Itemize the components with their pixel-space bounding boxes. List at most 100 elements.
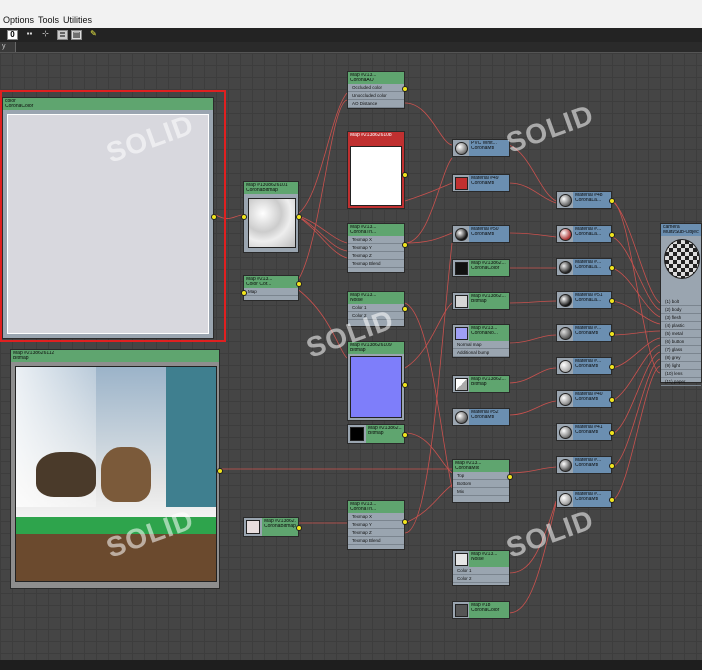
node-bitmap-a[interactable]: Map #213862... Bitmap: [452, 292, 510, 310]
output-socket[interactable]: [402, 519, 408, 525]
node-corona-normal[interactable]: Map #213... CoronaNo... Normal map Addit…: [452, 324, 510, 358]
slot-texmap-x[interactable]: Texmap X: [348, 513, 404, 521]
node-material-col-9[interactable]: Material #... CoronaMtl: [556, 490, 615, 508]
slot-occluded[interactable]: Occluded color: [348, 84, 404, 92]
pick-icon[interactable]: ✎: [88, 30, 99, 40]
node-material-50[interactable]: Material #50 CoronaMtl: [452, 225, 510, 243]
slot-grey[interactable]: (8) grey: [661, 354, 701, 362]
node-pvc-white[interactable]: PVC Whit... CoronaMtl: [452, 139, 510, 157]
node-color[interactable]: color CoronaColor: [2, 97, 217, 339]
output-socket[interactable]: [402, 86, 408, 92]
node-material-col-8[interactable]: Material #... CoronaMtl: [556, 456, 615, 474]
slot-texmap-z[interactable]: Texmap Z: [348, 529, 404, 537]
node-small-bitmap[interactable]: Map #213862... Bitmap: [347, 424, 408, 444]
node-material-col-2[interactable]: Material #... CoronaLa...: [556, 258, 615, 276]
output-socket[interactable]: [402, 382, 408, 388]
slot-texmap-y[interactable]: Texmap Y: [348, 244, 404, 252]
node-material-40[interactable]: Material #40 CoronaMtl: [556, 390, 615, 408]
output-socket[interactable]: [609, 198, 615, 204]
node-bitmap-b[interactable]: Map #213862... Bitmap: [452, 375, 510, 393]
node-corona-color[interactable]: Map #213862... CoronaColor: [452, 259, 510, 277]
slot-additional-bump[interactable]: Additional bump: [453, 349, 509, 357]
node-map-18[interactable]: Map #18 CoronaColor: [452, 601, 510, 619]
node-triplanar-1[interactable]: Map #213... CoronaTri... Texmap X Texmap…: [347, 223, 408, 273]
slot-color-1[interactable]: Color 1: [348, 304, 404, 312]
toolbar-button-3[interactable]: ⊹: [40, 30, 51, 40]
output-socket[interactable]: [609, 497, 615, 503]
output-socket[interactable]: [402, 306, 408, 312]
slot-texmap-x[interactable]: Texmap X: [348, 236, 404, 244]
node-noise-1[interactable]: Map #213... Noise Color 1 Color 2: [347, 291, 408, 327]
node-corona-mix[interactable]: Map #213... CoronaMix Top Bottom Mix: [452, 459, 513, 503]
menu-tools[interactable]: Tools: [38, 15, 59, 25]
output-socket[interactable]: [609, 298, 615, 304]
menu-utilities[interactable]: Utilities: [63, 15, 92, 25]
slot-texmap-blend[interactable]: Texmap Blend: [348, 537, 404, 545]
output-socket[interactable]: [609, 331, 615, 337]
node-material-col-4[interactable]: Material #... CoronaMtl: [556, 324, 615, 342]
slot-texmap-blend[interactable]: Texmap Blend: [348, 260, 404, 268]
menu-options[interactable]: Options: [3, 15, 34, 25]
slot-bolt[interactable]: (1) bolt: [661, 298, 701, 306]
slot-button[interactable]: (6) button: [661, 338, 701, 346]
output-socket[interactable]: [402, 242, 408, 248]
slot-mix[interactable]: Mix: [453, 488, 509, 496]
input-socket[interactable]: [241, 290, 247, 296]
output-socket[interactable]: [211, 214, 217, 220]
slot-unoccluded[interactable]: Unoccluded color: [348, 92, 404, 100]
node-coronabitmap-1[interactable]: Map #1308626101 CoronaBitmap: [241, 181, 302, 253]
node-material-52[interactable]: Material #52 CoronaMtl: [452, 408, 510, 426]
toolbar-button-1[interactable]: 0: [7, 30, 18, 40]
slot-color-1[interactable]: Color 1: [453, 567, 509, 575]
slot-ao-distance[interactable]: AO Distance: [348, 100, 404, 108]
layout-icon[interactable]: ≣: [57, 30, 68, 40]
node-map-white[interactable]: Map #2138626108: [347, 131, 408, 209]
output-socket[interactable]: [609, 463, 615, 469]
slot-color-2[interactable]: Color 2: [453, 575, 509, 583]
slot-texmap-y[interactable]: Texmap Y: [348, 521, 404, 529]
output-socket[interactable]: [402, 432, 408, 438]
slot-top[interactable]: Top: [453, 472, 509, 480]
slot-flesh[interactable]: (3) flesh: [661, 314, 701, 322]
node-multi-sub-object[interactable]: camera Multi/Sub-Object (1) bolt (2) bod…: [660, 223, 702, 386]
slot-texmap-z[interactable]: Texmap Z: [348, 252, 404, 260]
slot-metal[interactable]: (5) metal: [661, 330, 701, 338]
output-socket[interactable]: [609, 430, 615, 436]
node-corona-ao[interactable]: Map #213... CoronaAO Occluded color Unoc…: [347, 71, 408, 109]
output-socket[interactable]: [507, 474, 513, 480]
slot-bottom[interactable]: Bottom: [453, 480, 509, 488]
tab-view[interactable]: y: [0, 42, 16, 52]
node-bitmap-photo[interactable]: Map #2138626112 Bitmap: [10, 349, 223, 589]
slot-glass[interactable]: (7) glass: [661, 346, 701, 354]
output-socket[interactable]: [609, 232, 615, 238]
node-color-correct[interactable]: Map #213... Color Cor... Map: [241, 275, 302, 301]
output-socket[interactable]: [609, 265, 615, 271]
node-material-col-1[interactable]: Material #... CoronaLa...: [556, 225, 615, 243]
output-socket[interactable]: [402, 172, 408, 178]
slot-body[interactable]: (2) body: [661, 306, 701, 314]
slot-paper[interactable]: (11) paper: [661, 378, 701, 386]
slot-lens[interactable]: (10) lens: [661, 370, 701, 378]
output-socket[interactable]: [296, 525, 302, 531]
output-socket[interactable]: [296, 281, 302, 287]
output-socket[interactable]: [217, 468, 223, 474]
input-socket[interactable]: [241, 214, 247, 220]
slot-normal-map[interactable]: Normal map: [453, 341, 509, 349]
output-socket[interactable]: [609, 364, 615, 370]
output-socket[interactable]: [296, 214, 302, 220]
slot-color-2[interactable]: Color 2: [348, 312, 404, 320]
node-coronabitmap-2[interactable]: Map #213862... CoronaBitmap: [243, 517, 302, 537]
slot-light[interactable]: (9) light: [661, 362, 701, 370]
map-slot[interactable]: Map: [244, 288, 298, 296]
slot-plastic[interactable]: (4) plastic: [661, 322, 701, 330]
output-socket[interactable]: [609, 397, 615, 403]
node-normal-bitmap[interactable]: Map #2138626109 Bitmap: [347, 341, 408, 421]
node-material-49[interactable]: Material #49 CoronaMtl: [452, 174, 510, 192]
node-triplanar-2[interactable]: Map #213... CoronaTri... Texmap X Texmap…: [347, 500, 408, 550]
grid-icon[interactable]: ▤: [71, 30, 82, 40]
node-noise-2[interactable]: Map #213... Noise Color 1 Color 2: [452, 550, 510, 586]
node-material-col-5[interactable]: Material #... CoronaMtl: [556, 357, 615, 375]
node-material-51[interactable]: Material #51 CoronaLa...: [556, 291, 615, 309]
node-editor-canvas[interactable]: color CoronaColor Map #2138626112 Bitmap…: [0, 53, 702, 660]
toolbar-button-2[interactable]: ▪▪: [24, 30, 35, 40]
